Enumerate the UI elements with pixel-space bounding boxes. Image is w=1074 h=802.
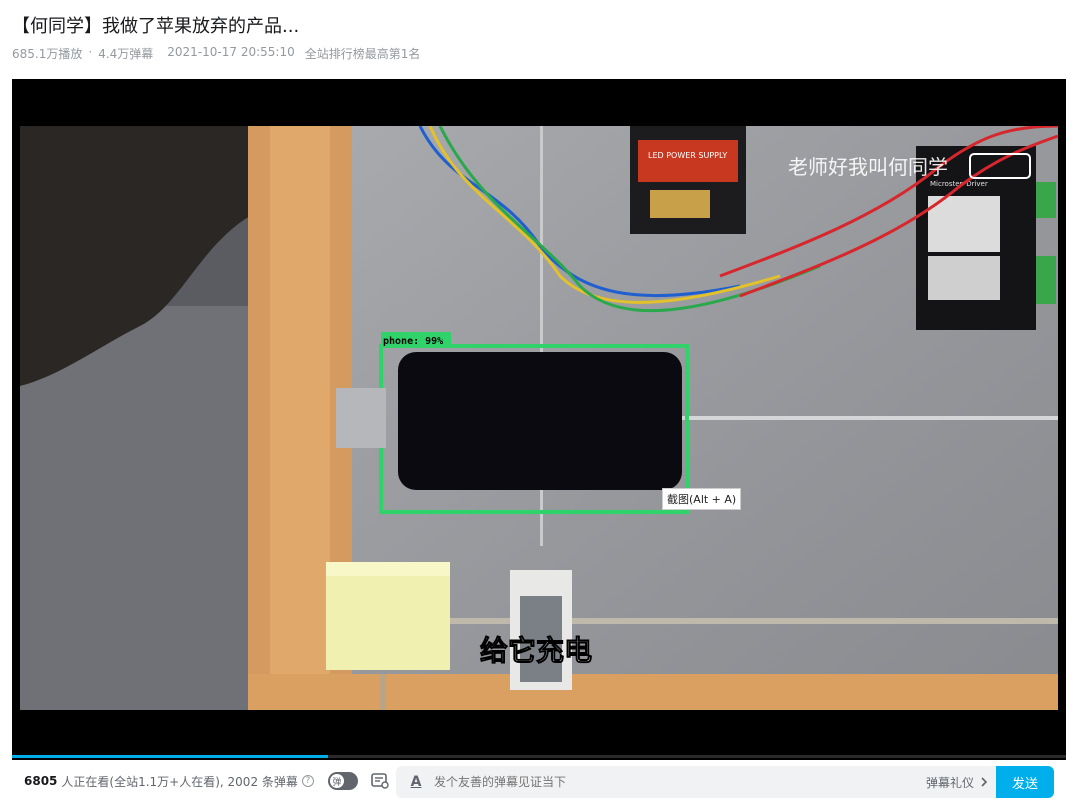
danmaku-input[interactable]	[434, 775, 894, 789]
danmaku-settings-icon[interactable]	[370, 771, 390, 791]
view-count: 685.1万播放	[12, 47, 83, 61]
video-meta: 685.1万播放 · 4.4万弹幕 2021-10-17 20:55:10 全站…	[12, 45, 420, 62]
subtitle-text: 给它充电	[480, 634, 592, 667]
danmaku-toggle-knob: 弹	[329, 774, 344, 788]
etiquette-label: 弹幕礼仪	[925, 775, 974, 790]
video-player[interactable]: LED POWER SUPPLY Microstep Driver phone:…	[12, 79, 1066, 760]
phone-object	[398, 352, 682, 490]
danmaku-input-box: A 弹幕礼仪 发送	[396, 766, 1054, 798]
danmaku-count: 4.4万弹幕	[98, 47, 154, 61]
help-icon[interactable]: ?	[301, 775, 314, 787]
video-title: 【何同学】我做了苹果放弃的产品...	[12, 16, 300, 37]
danmaku-etiquette-link[interactable]: 弹幕礼仪	[926, 774, 988, 791]
video-frame[interactable]: LED POWER SUPPLY Microstep Driver phone:…	[20, 126, 1058, 710]
viewers-count: 6805	[24, 774, 58, 788]
watermark-text: 老师好我叫何同学	[788, 155, 948, 179]
detection-label: phone: 99%	[383, 336, 443, 347]
screenshot-tooltip: 截图(Alt + A)	[662, 488, 742, 510]
progress-bar[interactable]	[12, 755, 1066, 758]
send-button[interactable]: 发送	[996, 766, 1054, 798]
progress-fill	[12, 755, 329, 758]
viewers-text: 人正在看(全站1.1万+人在看), 2002 条弹幕	[61, 774, 298, 789]
power-supply-label: LED POWER SUPPLY	[648, 151, 727, 160]
video-scene: LED POWER SUPPLY Microstep Driver phone:…	[20, 126, 1058, 710]
publish-time: 2021-10-17 20:55:10	[167, 45, 295, 59]
danmaku-toggle[interactable]: 弹	[327, 772, 358, 790]
meta-separator: ·	[88, 45, 93, 59]
rank-badge[interactable]: 全站排行榜最高第1名	[305, 45, 421, 62]
danmaku-style-icon[interactable]: A	[408, 774, 424, 790]
danmaku-bar: 6805 人正在看(全站1.1万+人在看), 2002 条弹幕 ? 弹 A 弹幕…	[12, 760, 1066, 802]
chevron-right-icon	[981, 777, 988, 787]
